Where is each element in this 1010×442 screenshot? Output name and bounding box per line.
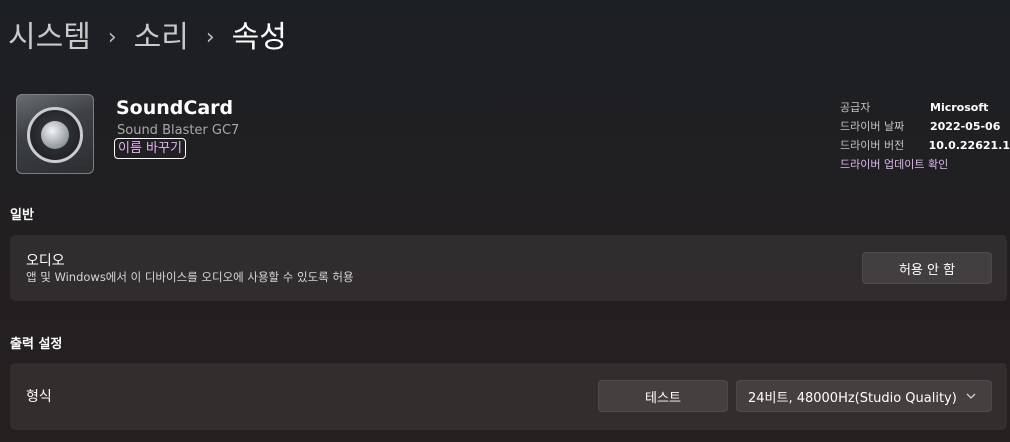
audio-title: 오디오: [26, 253, 65, 269]
driver-date-value: 2022-05-06: [930, 120, 1001, 133]
driver-version-row: 드라이버 버전 10.0.22621.1: [840, 136, 1010, 155]
driver-date-label: 드라이버 날짜: [840, 120, 905, 133]
output-settings-heading: 출력 설정: [10, 337, 63, 352]
driver-version-value: 10.0.22621.1: [928, 139, 1010, 152]
breadcrumb: 시스템 › 소리 › 속성: [8, 18, 287, 58]
speaker-icon: [16, 94, 94, 174]
check-driver-update-link[interactable]: 드라이버 업데이트 확인: [840, 155, 1010, 174]
driver-date-row: 드라이버 날짜 2022-05-06: [840, 117, 1010, 136]
speaker-cone: [41, 121, 69, 149]
breadcrumb-separator-icon: ›: [205, 25, 215, 50]
breadcrumb-sound[interactable]: 소리: [134, 18, 189, 58]
general-heading: 일반: [10, 208, 34, 223]
device-name: SoundCard: [116, 97, 234, 119]
format-title: 형식: [26, 389, 52, 405]
test-button[interactable]: 테스트: [598, 380, 728, 412]
driver-provider-value: Microsoft: [930, 101, 989, 114]
format-dropdown-value: 24비트, 48000Hz(Studio Quality): [748, 390, 957, 406]
disallow-audio-button[interactable]: 허용 안 함: [862, 252, 992, 284]
format-card: 형식 테스트 24비트, 48000Hz(Studio Quality): [10, 363, 1007, 430]
rename-link[interactable]: 이름 바꾸기: [114, 138, 186, 159]
driver-version-label: 드라이버 버전: [840, 139, 905, 152]
driver-provider-row: 공급자 Microsoft: [840, 98, 1010, 117]
audio-description: 앱 및 Windows에서 이 디바이스를 오디오에 사용할 수 있도록 허용: [26, 270, 354, 284]
driver-provider-label: 공급자: [840, 101, 871, 114]
page-title: 속성: [231, 20, 287, 55]
breadcrumb-separator-icon: ›: [107, 25, 117, 50]
format-dropdown[interactable]: 24비트, 48000Hz(Studio Quality): [736, 380, 992, 412]
audio-card: 오디오 앱 및 Windows에서 이 디바이스를 오디오에 사용할 수 있도록…: [10, 235, 1007, 301]
breadcrumb-system[interactable]: 시스템: [8, 18, 91, 58]
chevron-down-icon: [966, 393, 976, 399]
device-model: Sound Blaster GC7: [117, 123, 240, 138]
driver-info: 공급자 Microsoft 드라이버 날짜 2022-05-06 드라이버 버전…: [840, 98, 1010, 174]
